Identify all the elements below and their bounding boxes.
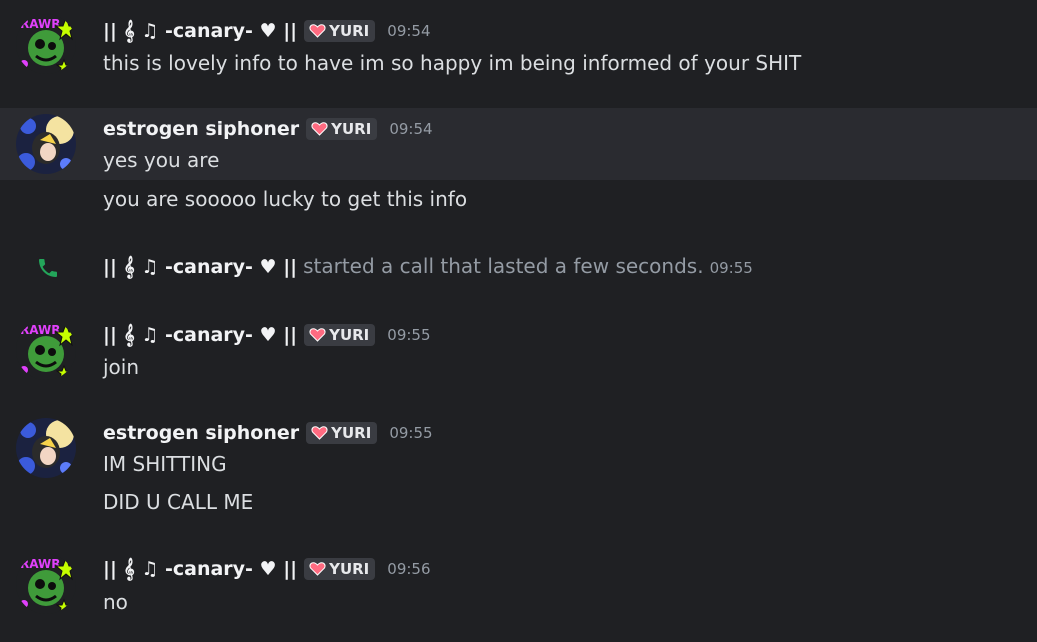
svg-text:RAWR: RAWR xyxy=(20,557,60,571)
timestamp[interactable]: 09:55 xyxy=(389,424,432,442)
role-tag[interactable]: YURI xyxy=(304,324,376,346)
phone-icon xyxy=(39,259,57,277)
timestamp[interactable]: 09:55 xyxy=(387,326,430,344)
timestamp[interactable]: 09:55 xyxy=(710,259,753,277)
role-tag[interactable]: YURI xyxy=(304,558,376,580)
message-header: || 𝄞 ♫ -canary- ♥ || YURI 09:54 xyxy=(103,16,431,46)
anime-moon-avatar-icon[interactable] xyxy=(16,418,76,478)
message-header: estrogen siphoner YURI 09:55 xyxy=(103,418,433,448)
role-tag-label: YURI xyxy=(329,326,370,344)
message-text: this is lovely info to have im so happy … xyxy=(103,51,802,75)
message-continuation: you are sooooo lucky to get this info xyxy=(0,180,1037,220)
green-monster-avatar-icon[interactable]: RAWR xyxy=(16,554,76,614)
call-description: started a call that lasted a few seconds… xyxy=(303,254,704,278)
message-text: DID U CALL ME xyxy=(103,490,254,514)
username[interactable]: || 𝄞 ♫ -canary- ♥ || xyxy=(103,256,297,278)
username[interactable]: || 𝄞 ♫ -canary- ♥ || xyxy=(103,20,297,42)
role-tag-label: YURI xyxy=(331,120,372,138)
chat-message-list: RAWR || 𝄞 ♫ -canary- ♥ || YURI 09:54 thi… xyxy=(0,0,1037,642)
heart-icon xyxy=(309,562,326,576)
role-tag[interactable]: YURI xyxy=(306,422,378,444)
call-text: || 𝄞 ♫ -canary- ♥ || started a call that… xyxy=(103,254,753,278)
heart-icon xyxy=(311,426,328,440)
message-header: || 𝄞 ♫ -canary- ♥ || YURI 09:56 xyxy=(103,554,431,584)
message-text: yes you are xyxy=(103,148,220,172)
message-text: IM SHITTING xyxy=(103,452,227,476)
role-tag[interactable]: YURI xyxy=(304,20,376,42)
username[interactable]: estrogen siphoner xyxy=(103,422,299,444)
anime-moon-avatar-icon[interactable] xyxy=(16,114,76,174)
message-group: estrogen siphoner YURI 09:54 yes you are xyxy=(0,108,1037,180)
username[interactable]: estrogen siphoner xyxy=(103,118,299,140)
call-event: || 𝄞 ♫ -canary- ♥ || started a call that… xyxy=(0,248,1037,288)
message-text: no xyxy=(103,590,128,614)
timestamp[interactable]: 09:54 xyxy=(389,120,432,138)
role-tag-label: YURI xyxy=(331,424,372,442)
svg-text:RAWR: RAWR xyxy=(20,17,60,31)
svg-text:RAWR: RAWR xyxy=(20,323,60,337)
heart-icon xyxy=(311,122,328,136)
heart-icon xyxy=(309,328,326,342)
heart-icon xyxy=(309,24,326,38)
message-group: RAWR || 𝄞 ♫ -canary- ♥ || YURI 09:54 thi… xyxy=(0,0,1037,100)
message-group: RAWR || 𝄞 ♫ -canary- ♥ || YURI 09:55 joi… xyxy=(0,306,1037,386)
green-monster-avatar-icon[interactable]: RAWR xyxy=(16,320,76,380)
message-group: RAWR || 𝄞 ♫ -canary- ♥ || YURI 09:56 no xyxy=(0,542,1037,642)
username[interactable]: || 𝄞 ♫ -canary- ♥ || xyxy=(103,324,297,346)
message-text: you are sooooo lucky to get this info xyxy=(103,187,468,211)
timestamp[interactable]: 09:54 xyxy=(387,22,430,40)
message-text: join xyxy=(103,355,140,379)
username[interactable]: || 𝄞 ♫ -canary- ♥ || xyxy=(103,558,297,580)
role-tag-label: YURI xyxy=(329,560,370,578)
green-monster-avatar-icon[interactable]: RAWR xyxy=(16,14,76,74)
message-header: || 𝄞 ♫ -canary- ♥ || YURI 09:55 xyxy=(103,320,431,350)
message-header: estrogen siphoner YURI 09:54 xyxy=(103,114,433,144)
role-tag[interactable]: YURI xyxy=(306,118,378,140)
timestamp[interactable]: 09:56 xyxy=(387,560,430,578)
message-group: estrogen siphoner YURI 09:55 IM SHITTING… xyxy=(0,406,1037,526)
role-tag-label: YURI xyxy=(329,22,370,40)
